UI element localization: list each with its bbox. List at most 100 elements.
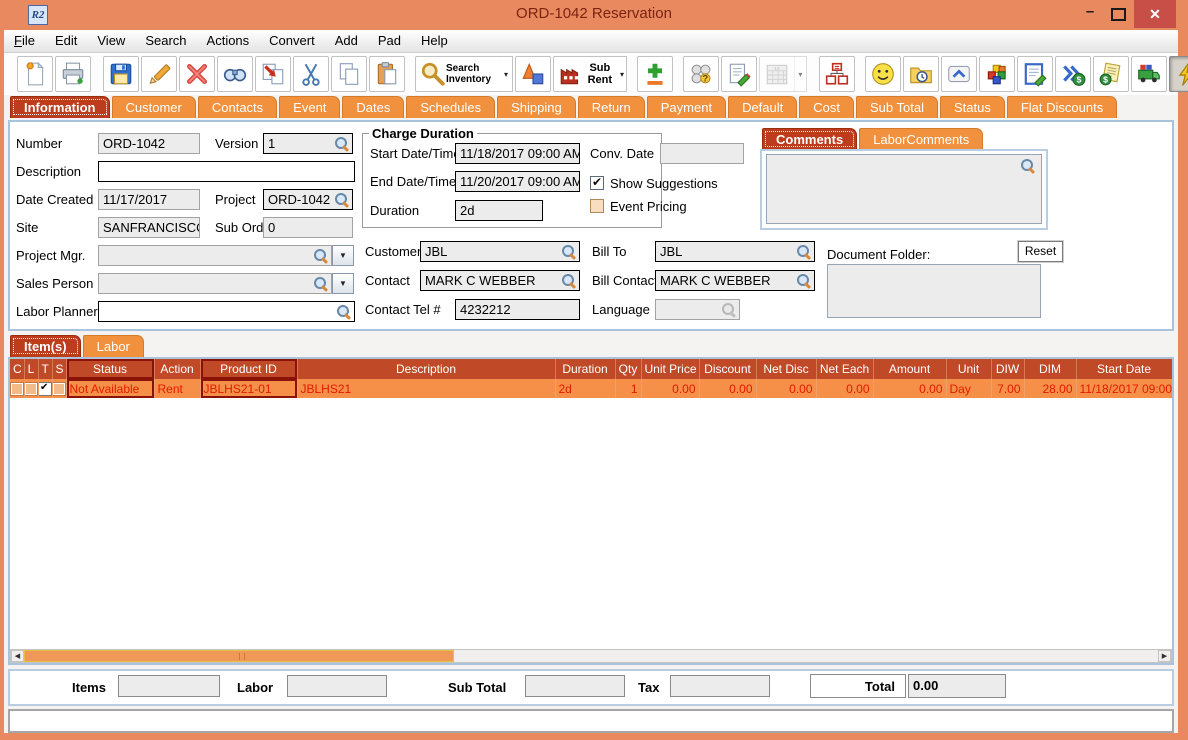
col-c[interactable]: C xyxy=(10,359,25,379)
col-t[interactable]: T xyxy=(38,359,53,379)
col-description[interactable]: Description xyxy=(297,359,556,379)
bill-to-search-icon[interactable] xyxy=(796,245,811,259)
row-checkbox-t[interactable] xyxy=(39,382,51,395)
tab-payment[interactable]: Payment xyxy=(646,96,727,118)
tab-cost[interactable]: Cost xyxy=(799,96,854,118)
col-diw[interactable]: DIW xyxy=(991,359,1025,379)
cell-amount[interactable]: 0.00 xyxy=(873,379,947,398)
tab-status[interactable]: Status xyxy=(939,96,1005,118)
edit-note-button[interactable] xyxy=(1017,56,1054,92)
close-button[interactable]: ✕ xyxy=(1134,0,1176,28)
search-inventory-button[interactable]: Search Inventory xyxy=(415,56,501,92)
col-amount[interactable]: Amount xyxy=(873,359,947,379)
version-search-icon[interactable] xyxy=(334,137,349,151)
event-pricing-checkbox[interactable] xyxy=(590,199,604,213)
tab-information[interactable]: Information xyxy=(10,96,110,118)
h-scrollbar[interactable]: ◀ ▶ xyxy=(10,649,1172,663)
calendar-dropdown[interactable]: ▾ xyxy=(794,56,808,92)
search-inventory-dropdown[interactable]: ▾ xyxy=(500,56,513,92)
end-datetime-field[interactable]: 11/20/2017 09:00 AM xyxy=(455,171,580,192)
cell-duration[interactable]: 2d xyxy=(555,379,616,398)
cell-description[interactable]: JBLHS21 xyxy=(297,379,556,398)
sales-person-search-icon[interactable] xyxy=(313,277,328,291)
contact-search-icon[interactable] xyxy=(561,274,576,288)
col-net-each[interactable]: Net Each xyxy=(816,359,874,379)
col-net-disc[interactable]: Net Disc xyxy=(756,359,817,379)
cell-qty[interactable]: 1 xyxy=(615,379,642,398)
description-field[interactable] xyxy=(98,161,355,182)
save-button[interactable] xyxy=(103,56,139,92)
print-button[interactable] xyxy=(55,56,91,92)
table-row[interactable]: Not AvailableRentJBLHS21-01JBLHS212d10.0… xyxy=(10,379,1172,398)
menu-item-edit[interactable]: Edit xyxy=(45,30,87,52)
tab-customer[interactable]: Customer xyxy=(111,96,196,118)
duration-field[interactable]: 2d xyxy=(455,200,543,221)
copy-to-button[interactable] xyxy=(255,56,291,92)
date-created-field[interactable]: 11/17/2017 xyxy=(98,189,200,210)
col-status[interactable]: Status xyxy=(66,359,155,379)
cell-net-disc[interactable]: 0.00 xyxy=(756,379,817,398)
conv-date-field[interactable] xyxy=(660,143,744,164)
customer-field[interactable]: JBL xyxy=(420,241,580,262)
find-button[interactable] xyxy=(217,56,253,92)
site-field[interactable]: SANFRANCISCO xyxy=(98,217,200,238)
org-chart-button[interactable] xyxy=(819,56,856,92)
tab-flat-discounts[interactable]: Flat Discounts xyxy=(1006,96,1118,118)
col-l[interactable]: L xyxy=(24,359,39,379)
total-label-box[interactable]: Total xyxy=(810,674,906,698)
cell-diw[interactable]: 7.00 xyxy=(991,379,1025,398)
language-field[interactable] xyxy=(655,299,740,320)
cut-button[interactable] xyxy=(293,56,329,92)
shortcut-key-button[interactable] xyxy=(941,56,978,92)
color-blocks-button[interactable] xyxy=(979,56,1016,92)
invoice-button[interactable]: $ xyxy=(1093,56,1130,92)
tab-shipping[interactable]: Shipping xyxy=(497,96,576,118)
cell-discount[interactable]: 0.00 xyxy=(699,379,757,398)
bill-to-field[interactable]: JBL xyxy=(655,241,815,262)
number-field[interactable]: ORD-1042 xyxy=(98,133,200,154)
row-checkbox-s[interactable] xyxy=(53,382,65,395)
col-discount[interactable]: Discount xyxy=(699,359,757,379)
col-start-date[interactable]: Start Date xyxy=(1076,359,1172,379)
menu-item-file[interactable]: File xyxy=(4,30,45,52)
copy-button[interactable] xyxy=(331,56,367,92)
cell-unit[interactable]: Day xyxy=(946,379,992,398)
tab-default[interactable]: Default xyxy=(728,96,798,118)
menu-item-pad[interactable]: Pad xyxy=(368,30,411,52)
row-checkbox-l[interactable] xyxy=(25,382,37,395)
project-mgr-dropdown[interactable]: ▼ xyxy=(332,245,354,266)
sales-person-dropdown[interactable]: ▼ xyxy=(332,273,354,294)
col-unit[interactable]: Unit xyxy=(946,359,992,379)
cell-status[interactable]: Not Available xyxy=(66,379,155,398)
notepad-button[interactable] xyxy=(721,56,758,92)
sub-rent-dropdown[interactable]: ▾ xyxy=(617,56,628,92)
project-mgr-search-icon[interactable] xyxy=(313,249,328,263)
version-field[interactable]: 1 xyxy=(263,133,353,154)
col-qty[interactable]: Qty xyxy=(615,359,642,379)
tab-schedules[interactable]: Schedules xyxy=(406,96,496,118)
start-datetime-field[interactable]: 11/18/2017 09:00 AM xyxy=(455,143,580,164)
cell-dim[interactable]: 28.00 xyxy=(1024,379,1077,398)
flash-button[interactable] xyxy=(1169,56,1188,92)
project-mgr-field[interactable] xyxy=(98,245,332,266)
delivery-truck-button[interactable] xyxy=(1131,56,1168,92)
items-tab-item-s[interactable]: Item(s) xyxy=(10,335,81,357)
new-document-button[interactable] xyxy=(17,56,53,92)
customer-search-icon[interactable] xyxy=(561,245,576,259)
menu-item-help[interactable]: Help xyxy=(411,30,458,52)
3d-objects-button[interactable] xyxy=(515,56,551,92)
document-folder-box[interactable] xyxy=(827,264,1041,318)
labor-planner-search-icon[interactable] xyxy=(336,305,351,319)
col-action[interactable]: Action xyxy=(154,359,201,379)
cell-net-each[interactable]: 0.00 xyxy=(816,379,874,398)
col-s[interactable]: S xyxy=(52,359,67,379)
items-tab-labor[interactable]: Labor xyxy=(82,335,144,357)
col-product-id[interactable]: Product ID xyxy=(200,359,298,379)
tab-event[interactable]: Event xyxy=(279,96,341,118)
cell-start-date[interactable]: 11/18/2017 09:00 xyxy=(1076,379,1172,398)
comments-tab-comments[interactable]: Comments xyxy=(762,128,858,150)
smiley-button[interactable] xyxy=(865,56,902,92)
tab-dates[interactable]: Dates xyxy=(342,96,405,118)
comments-textarea[interactable] xyxy=(766,154,1042,224)
contact-tel-field[interactable]: 4232212 xyxy=(455,299,580,320)
